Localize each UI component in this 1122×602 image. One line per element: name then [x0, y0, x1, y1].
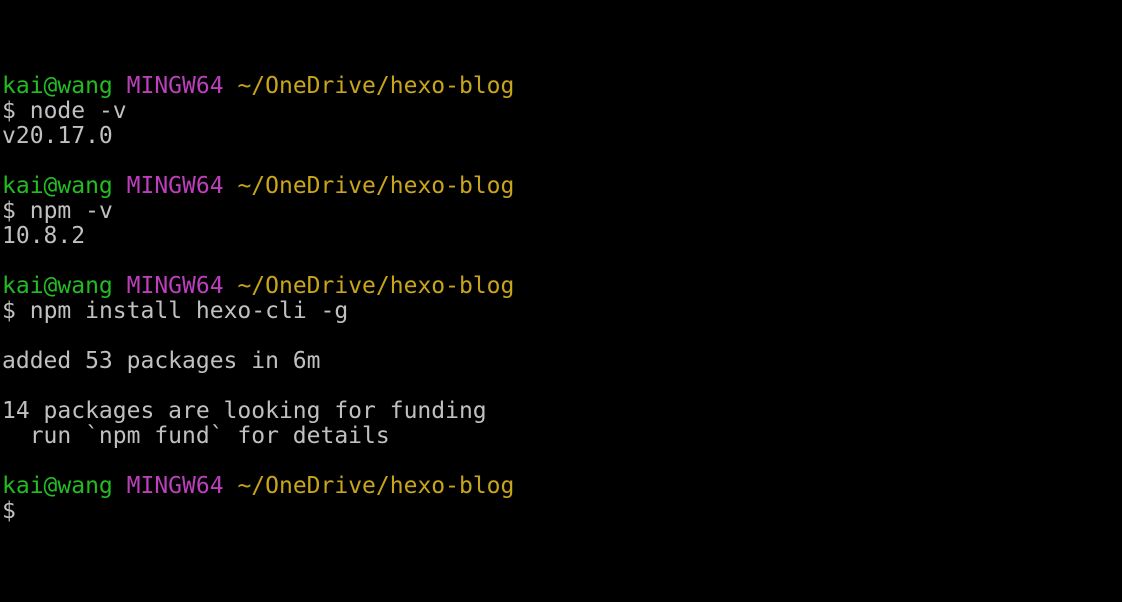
command-line: $ npm -v [2, 199, 1122, 224]
prompt-line: kai@wang MINGW64 ~/OneDrive/hexo-blog [2, 474, 1122, 499]
prompt-user: kai@wang [2, 173, 113, 199]
command-text: node -v [29, 98, 127, 124]
prompt-symbol: $ [2, 498, 16, 524]
prompt-line: kai@wang MINGW64 ~/OneDrive/hexo-blog [2, 274, 1122, 299]
command-line[interactable]: $ [2, 499, 1122, 524]
prompt-host: MINGW64 [126, 73, 224, 99]
command-text: npm install hexo-cli -g [29, 298, 349, 324]
terminal-window[interactable]: kai@wang MINGW64 ~/OneDrive/hexo-blog $ n… [0, 0, 1122, 602]
command-line: $ node -v [2, 99, 1122, 124]
output-line: run `npm fund` for details [2, 423, 390, 449]
prompt-user: kai@wang [2, 73, 113, 99]
prompt-host: MINGW64 [126, 473, 224, 499]
output-line: added 53 packages in 6m [2, 348, 321, 374]
prompt-host: MINGW64 [126, 173, 224, 199]
prompt-line: kai@wang MINGW64 ~/OneDrive/hexo-blog [2, 74, 1122, 99]
prompt-path: ~/OneDrive/hexo-blog [237, 273, 515, 299]
output-line: 14 packages are looking for funding [2, 398, 487, 424]
command-text: npm -v [29, 198, 113, 224]
terminal-output: kai@wang MINGW64 ~/OneDrive/hexo-blog $ n… [2, 74, 1122, 524]
prompt-user: kai@wang [2, 273, 113, 299]
prompt-symbol: $ [2, 198, 16, 224]
command-line: $ npm install hexo-cli -g [2, 299, 1122, 324]
prompt-host: MINGW64 [126, 273, 224, 299]
prompt-path: ~/OneDrive/hexo-blog [237, 173, 515, 199]
prompt-symbol: $ [2, 98, 16, 124]
output-line: 10.8.2 [2, 223, 86, 249]
prompt-symbol: $ [2, 298, 16, 324]
output-line: v20.17.0 [2, 123, 113, 149]
prompt-path: ~/OneDrive/hexo-blog [237, 473, 515, 499]
prompt-user: kai@wang [2, 473, 113, 499]
prompt-line: kai@wang MINGW64 ~/OneDrive/hexo-blog [2, 174, 1122, 199]
prompt-path: ~/OneDrive/hexo-blog [237, 73, 515, 99]
